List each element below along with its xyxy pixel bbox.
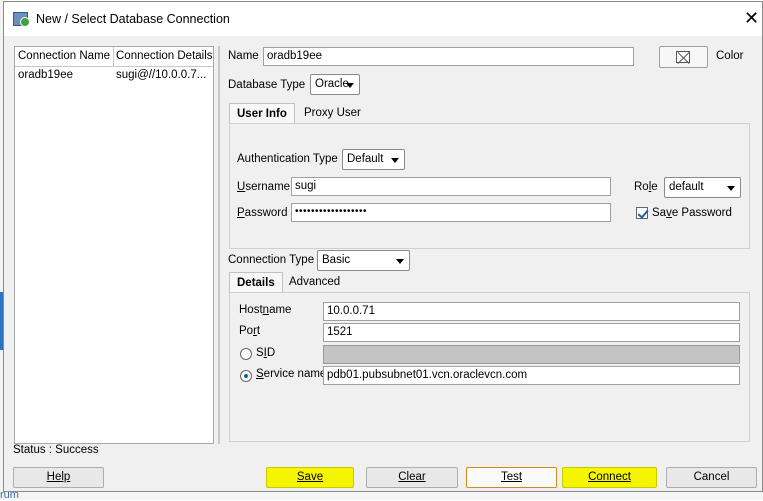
connection-row-details[interactable]: sugi@//10.0.0.7...: [116, 69, 206, 81]
username-label: Username: [237, 181, 291, 193]
service-name-label: Service name: [256, 368, 327, 380]
connection-list-header: Connection Name Connection Details: [15, 47, 213, 67]
column-header-connection-details[interactable]: Connection Details: [116, 50, 213, 62]
status-text: Status : Success: [13, 444, 99, 456]
role-value: default: [669, 181, 704, 193]
background-bottom-edge: rum: [0, 489, 763, 501]
column-divider: [113, 47, 114, 67]
color-picker-button[interactable]: [659, 46, 708, 68]
database-connection-icon: [13, 12, 30, 27]
password-label: Password: [237, 207, 288, 219]
cancel-button[interactable]: Cancel: [666, 467, 757, 488]
no-color-icon: [676, 51, 690, 63]
authentication-type-select[interactable]: Default: [342, 149, 405, 170]
chevron-down-icon: [391, 158, 399, 163]
connection-list[interactable]: Connection Name Connection Details oradb…: [14, 46, 214, 444]
connect-button[interactable]: Connect: [562, 467, 657, 488]
column-header-connection-name[interactable]: Connection Name: [18, 50, 110, 62]
username-input[interactable]: sugi: [291, 177, 611, 196]
name-label: Name: [228, 50, 259, 62]
hostname-input[interactable]: 10.0.0.71: [323, 302, 740, 321]
port-label: Port: [239, 325, 261, 337]
tab-proxy-user[interactable]: Proxy User: [301, 103, 364, 123]
tab-user-info[interactable]: User Info: [229, 103, 295, 124]
connection-type-label: Connection Type: [228, 254, 315, 266]
save-password-label: Save Password: [652, 207, 732, 219]
test-button-label: Test: [500, 471, 523, 483]
chevron-down-icon: [346, 83, 354, 88]
chevron-down-icon: [396, 259, 404, 264]
name-input[interactable]: oradb19ee: [263, 47, 634, 66]
service-name-radio[interactable]: [240, 370, 252, 382]
sid-label: SID: [256, 347, 276, 359]
clear-button-label: Clear: [398, 471, 426, 483]
help-button[interactable]: Help: [13, 467, 104, 488]
save-password-checkbox[interactable]: [636, 207, 648, 219]
tab-details[interactable]: Details: [229, 272, 283, 293]
save-button[interactable]: Save: [266, 467, 354, 488]
cancel-button-label: Cancel: [693, 471, 730, 483]
role-label: Role: [634, 181, 658, 193]
connect-button-label: Connect: [588, 471, 631, 483]
database-type-select[interactable]: Oracle: [310, 74, 360, 95]
new-select-connection-dialog: New / Select Database Connection ✕ Conne…: [3, 1, 763, 492]
clear-button[interactable]: Clear: [366, 467, 458, 488]
service-name-input[interactable]: pdb01.pubsubnet01.vcn.oraclevcn.com: [323, 366, 740, 385]
connection-type-select[interactable]: Basic: [317, 250, 410, 271]
close-icon[interactable]: ✕: [744, 9, 759, 27]
color-label: Color: [716, 50, 744, 62]
database-type-value: Oracle: [315, 78, 349, 90]
sid-radio[interactable]: [240, 348, 252, 360]
hostname-label: Hostname: [239, 304, 292, 316]
authentication-type-value: Default: [347, 153, 384, 165]
test-button[interactable]: Test: [466, 467, 557, 488]
connection-row-name[interactable]: oradb19ee: [18, 69, 73, 81]
password-input[interactable]: ••••••••••••••••••: [291, 203, 611, 222]
title-bar: New / Select Database Connection ✕: [4, 2, 762, 36]
connection-type-value: Basic: [322, 254, 351, 266]
help-button-label: Help: [46, 471, 71, 483]
port-input[interactable]: 1521: [323, 323, 740, 342]
chevron-down-icon: [727, 186, 735, 191]
sid-input[interactable]: [323, 345, 740, 364]
tab-advanced[interactable]: Advanced: [286, 272, 343, 292]
window-title: New / Select Database Connection: [36, 12, 230, 26]
authentication-type-label: Authentication Type: [237, 153, 338, 165]
splitter[interactable]: [218, 46, 220, 444]
database-type-label: Database Type: [228, 79, 306, 91]
role-select[interactable]: default: [664, 177, 741, 198]
save-button-label: Save: [296, 471, 324, 483]
